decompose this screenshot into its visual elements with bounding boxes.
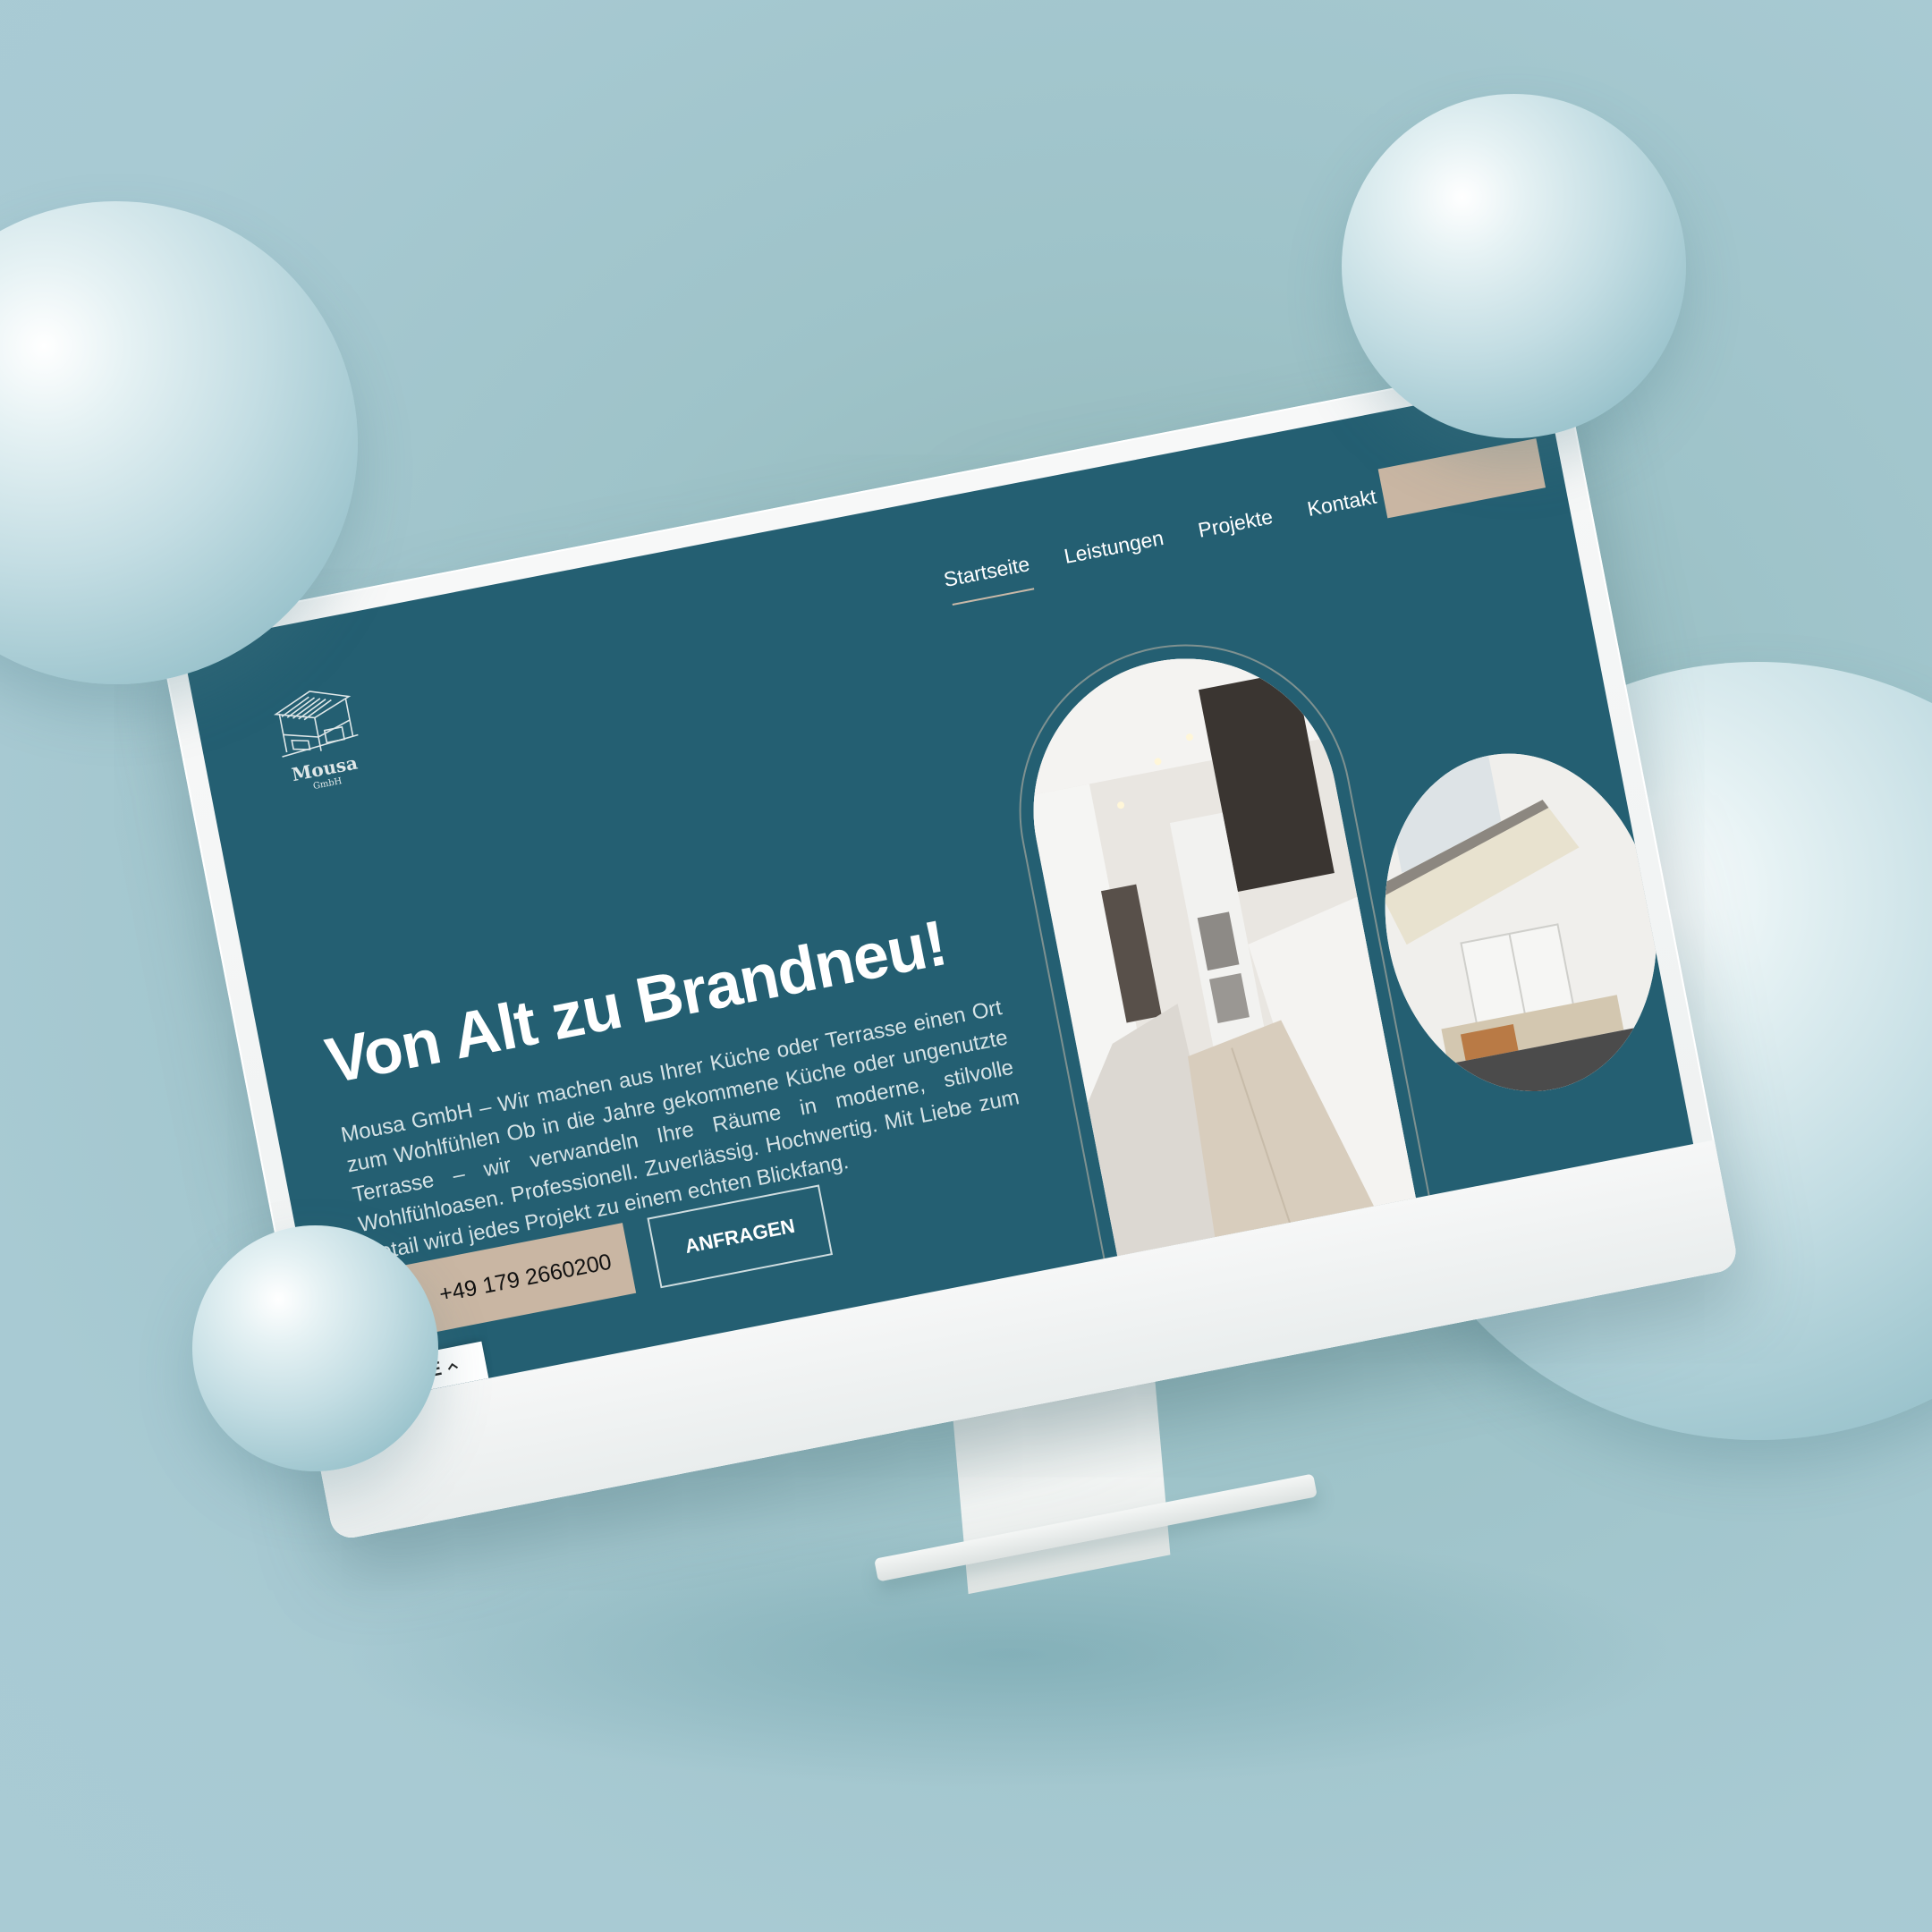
nav-item-projekte[interactable]: Projekte	[1196, 504, 1277, 556]
header-cta-button[interactable]	[1377, 438, 1546, 519]
main-nav: Startseite Leistungen Projekte Kontakt	[942, 485, 1381, 606]
kitchen-arch-frame	[990, 615, 1437, 1294]
sphere-decoration	[192, 1225, 438, 1471]
kitchen-illustration	[1007, 632, 1420, 1277]
site-logo[interactable]: Mousa GmbH	[256, 674, 382, 800]
nav-item-leistungen[interactable]: Leistungen	[1063, 526, 1169, 583]
pergola-logo-icon	[274, 691, 359, 758]
nav-item-kontakt[interactable]: Kontakt	[1305, 485, 1381, 536]
chevron-up-icon	[448, 1362, 459, 1370]
phone-button-label: +49 179 2660200	[436, 1249, 614, 1307]
nav-item-startseite[interactable]: Startseite	[942, 552, 1035, 606]
mockup-scene: Mousa GmbH Startseite Leistungen Projekt…	[0, 0, 1932, 1932]
sphere-decoration	[1342, 94, 1686, 438]
kitchen-image	[1007, 632, 1420, 1277]
